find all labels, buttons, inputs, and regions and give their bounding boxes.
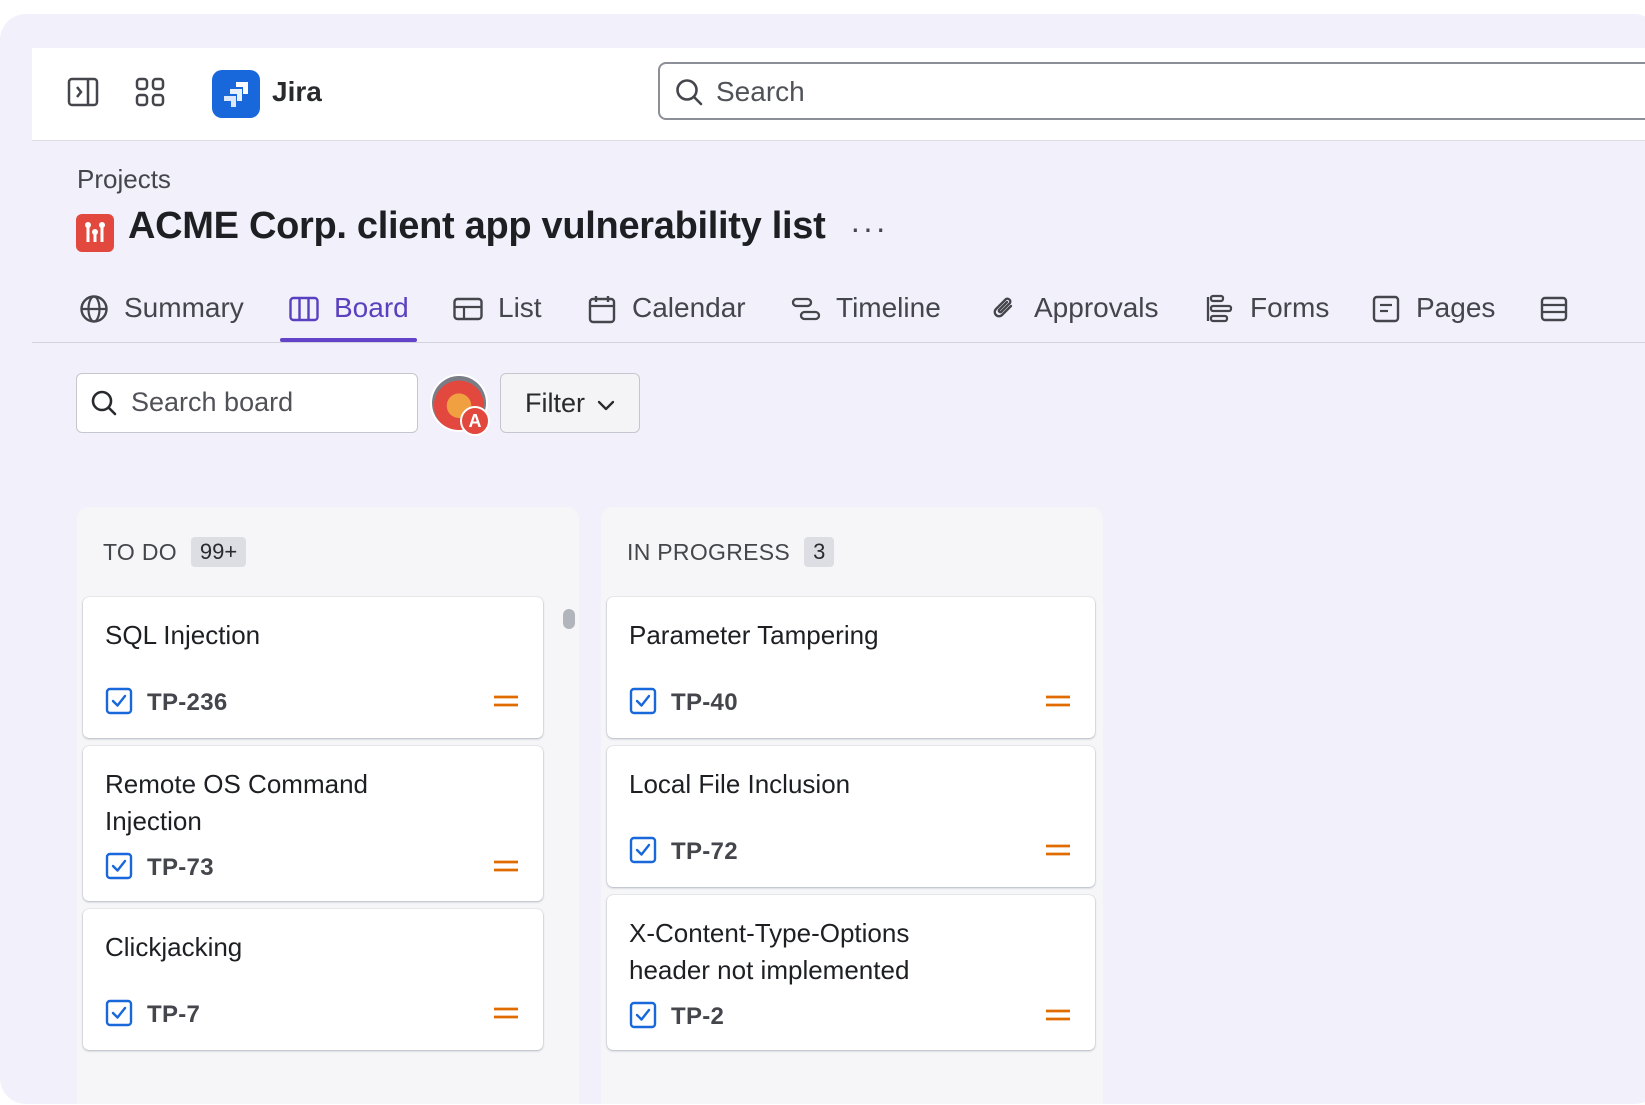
more-actions-button[interactable]: ··· — [850, 210, 888, 247]
global-search-input[interactable]: Search — [658, 62, 1645, 120]
column-count-badge: 3 — [804, 537, 835, 567]
task-checkbox-icon — [105, 687, 133, 720]
issue-key[interactable]: TP-73 — [147, 854, 214, 882]
issue-title: Parameter Tampering — [629, 620, 879, 650]
board-search-input[interactable]: Search board — [76, 373, 418, 433]
tab-label: List — [498, 292, 542, 323]
tab-label: Board — [334, 292, 409, 323]
tab-board[interactable]: Board — [280, 292, 417, 342]
issue-title: X-Content-Type-Options header not implem… — [629, 918, 910, 985]
issue-title: SQL Injection — [105, 620, 261, 650]
calendar-icon — [586, 293, 618, 325]
column-header: TO DO 99+ — [103, 537, 247, 567]
search-icon — [674, 77, 704, 112]
app-frame: Jira Search Projects ACME Corp. client a… — [0, 14, 1645, 1104]
tab-list[interactable]: List — [452, 292, 542, 342]
filter-label: Filter — [525, 387, 585, 418]
tab-approvals[interactable]: Approvals — [988, 292, 1159, 342]
tab-label: Approvals — [1034, 292, 1159, 323]
app-switcher-icon[interactable] — [132, 74, 168, 110]
tab-label: Forms — [1250, 292, 1330, 323]
priority-medium-icon — [493, 693, 519, 714]
tab-calendar[interactable]: Calendar — [586, 292, 746, 342]
column-title: TO DO — [103, 538, 177, 565]
task-checkbox-icon — [629, 836, 657, 869]
issue-title: Local File Inclusion — [629, 769, 851, 799]
paperclip-icon — [988, 293, 1020, 325]
issue-card[interactable]: X-Content-Type-Options header not implem… — [607, 895, 1095, 1050]
task-checkbox-icon — [105, 999, 133, 1032]
tab-timeline[interactable]: Timeline — [790, 292, 941, 342]
priority-medium-icon — [493, 1005, 519, 1026]
issue-card[interactable]: SQL Injection TP-236 — [83, 597, 543, 738]
jira-logo-icon[interactable] — [212, 70, 260, 118]
issue-card[interactable]: Remote OS Command Injection TP-73 — [83, 746, 543, 901]
tab-more[interactable] — [1538, 292, 1584, 342]
scrollbar-thumb[interactable] — [563, 609, 575, 629]
tab-label: Calendar — [632, 292, 746, 323]
issue-card[interactable]: Clickjacking TP-7 — [83, 909, 543, 1050]
tab-summary[interactable]: Summary — [78, 292, 244, 342]
issue-key[interactable]: TP-40 — [671, 689, 738, 717]
column-header: IN PROGRESS 3 — [627, 537, 835, 567]
board-column-todo: TO DO 99+ SQL Injection TP-236 Remote OS… — [77, 507, 579, 1104]
sidebar-toggle-icon[interactable] — [65, 74, 101, 110]
priority-medium-icon — [1045, 693, 1071, 714]
issue-key[interactable]: TP-236 — [147, 689, 228, 717]
app-name[interactable]: Jira — [272, 76, 322, 108]
search-placeholder: Search board — [131, 387, 294, 417]
chevron-down-icon — [597, 388, 615, 419]
issue-key[interactable]: TP-72 — [671, 838, 738, 866]
task-checkbox-icon — [629, 1001, 657, 1034]
top-navigation: Jira Search — [32, 48, 1645, 141]
list-icon — [452, 293, 484, 325]
breadcrumb[interactable]: Projects — [77, 164, 171, 195]
pages-icon — [1370, 293, 1402, 325]
priority-medium-icon — [1045, 842, 1071, 863]
tab-label: Summary — [124, 292, 244, 323]
issue-card[interactable]: Local File Inclusion TP-72 — [607, 746, 1095, 887]
page-title: ACME Corp. client app vulnerability list — [128, 205, 826, 247]
priority-medium-icon — [493, 858, 519, 879]
column-title: IN PROGRESS — [627, 538, 791, 565]
priority-medium-icon — [1045, 1007, 1071, 1028]
issue-key[interactable]: TP-2 — [671, 1003, 724, 1031]
table-icon — [1538, 293, 1570, 325]
tab-forms[interactable]: Forms — [1204, 292, 1329, 342]
column-scrollbar[interactable] — [561, 599, 575, 1104]
forms-icon — [1204, 293, 1236, 325]
project-icon — [76, 214, 114, 252]
issue-title: Clickjacking — [105, 932, 243, 962]
tab-label: Timeline — [836, 292, 941, 323]
search-placeholder: Search — [716, 76, 805, 107]
board-icon — [288, 293, 320, 325]
issue-card[interactable]: Parameter Tampering TP-40 — [607, 597, 1095, 738]
tab-label: Pages — [1416, 292, 1496, 323]
globe-icon — [78, 293, 110, 325]
tab-pages[interactable]: Pages — [1370, 292, 1495, 342]
task-checkbox-icon — [105, 852, 133, 885]
search-icon — [89, 388, 119, 423]
avatar-badge: A — [460, 406, 490, 436]
avatar[interactable]: A — [432, 376, 490, 436]
task-checkbox-icon — [629, 687, 657, 720]
timeline-icon — [790, 293, 822, 325]
board-column-in-progress: IN PROGRESS 3 Parameter Tampering TP-40 … — [601, 507, 1103, 1104]
column-count-badge: 99+ — [190, 537, 247, 567]
issue-title: Remote OS Command Injection — [105, 769, 368, 836]
issue-key[interactable]: TP-7 — [147, 1001, 200, 1029]
filter-button[interactable]: Filter — [500, 373, 640, 433]
project-tabs: Summary Board List Calendar Timeline App… — [32, 284, 1645, 343]
